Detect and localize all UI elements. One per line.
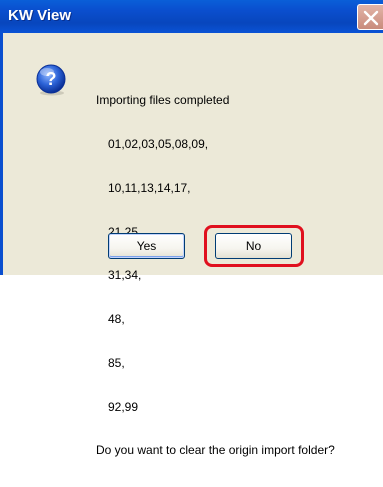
close-button[interactable] [357, 4, 383, 30]
file-list-line: 48, [108, 312, 125, 327]
file-list-line: 10,11,13,14,17, [108, 180, 191, 195]
question-icon: ? [36, 64, 66, 96]
file-list-line: 92,99 [108, 399, 139, 414]
dialog-window: KW View ? Importing files completed 01,0… [0, 0, 383, 457]
title-bar[interactable]: KW View [0, 0, 383, 33]
file-list-line: 01,02,03,05,08,09, [108, 136, 209, 151]
message-heading: Importing files completed [96, 93, 230, 108]
file-list-line: 31,34, [108, 268, 142, 283]
highlight-box [204, 225, 304, 267]
window-title: KW View [8, 7, 72, 24]
file-list-line: 85, [108, 355, 125, 370]
close-icon [363, 10, 379, 26]
window-frame-left [0, 33, 3, 275]
message-question: Do you want to clear the origin import f… [96, 443, 335, 458]
svg-text:?: ? [46, 69, 57, 89]
yes-button[interactable]: Yes [108, 233, 185, 259]
message-text: Importing files completed 01,02,03,05,08… [96, 64, 335, 487]
